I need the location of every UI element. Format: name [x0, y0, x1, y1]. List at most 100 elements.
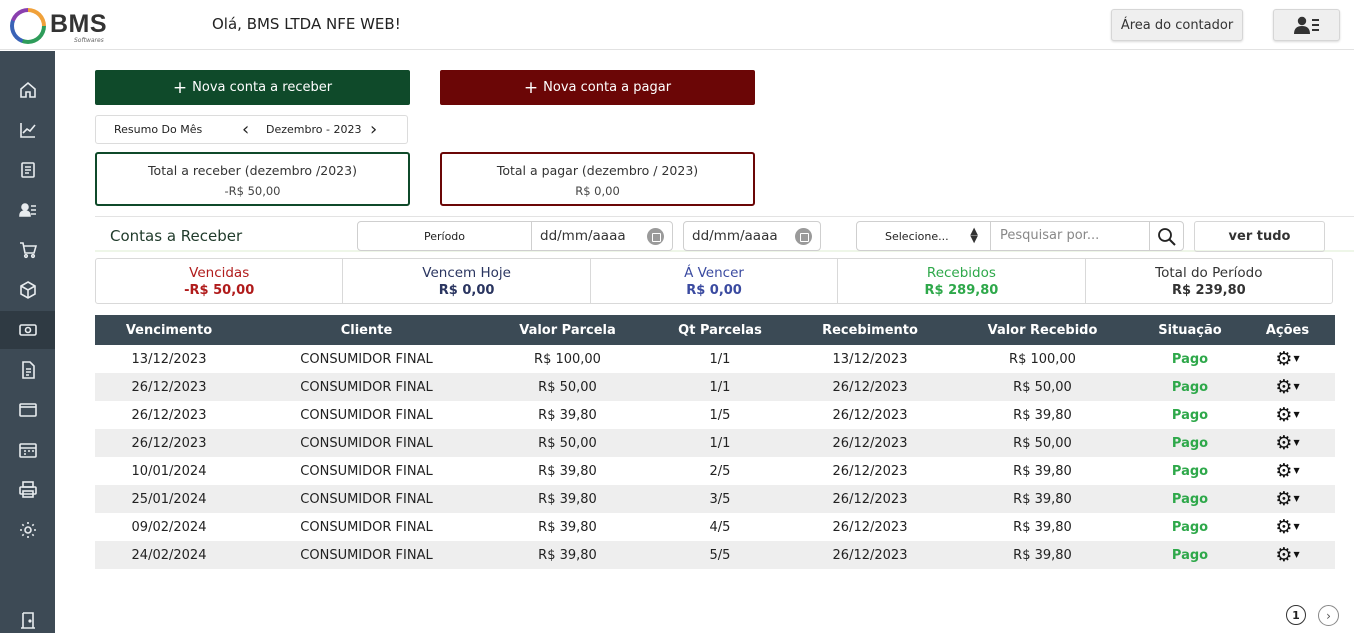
status-badge: Pago: [1171, 463, 1209, 479]
table-cell: 26/12/2023: [832, 379, 908, 395]
status-badge: Pago: [1171, 351, 1209, 367]
actions-dropdown-button[interactable]: ⚙ ▼: [1275, 347, 1299, 370]
date-from-input[interactable]: dd/mm/aaaa: [531, 221, 673, 251]
sidebar-item-window[interactable]: [0, 391, 55, 429]
sidebar-item-documents[interactable]: [0, 151, 55, 189]
user-menu-button[interactable]: [1273, 9, 1340, 41]
table-cell: 26/12/2023: [832, 435, 908, 451]
filter-select-value: Selecione...: [885, 230, 949, 243]
table-cell: 10/01/2024: [131, 463, 207, 479]
window-icon: [18, 403, 37, 417]
summary-vencidas: Vencidas -R$ 50,00: [96, 259, 344, 303]
table-cell: R$ 39,80: [538, 491, 597, 507]
sidebar-item-clients[interactable]: [0, 191, 55, 229]
sidebar-item-reports[interactable]: [0, 111, 55, 149]
section-title: Contas a Receber: [110, 227, 243, 245]
user-list-icon: [1293, 16, 1319, 34]
actions-dropdown-button[interactable]: ⚙ ▼: [1275, 405, 1299, 424]
table-header: Vencimento Cliente Valor Parcela Qt Parc…: [95, 315, 1335, 345]
sidebar-item-calendar[interactable]: [0, 431, 55, 469]
column-header: Vencimento: [125, 322, 213, 338]
sidebar-item-home[interactable]: [0, 71, 55, 109]
periodo-label-box: Período: [357, 221, 532, 251]
table-cell: 26/12/2023: [832, 491, 908, 507]
table-cell: R$ 100,00: [534, 351, 601, 367]
summary-value: -R$ 50,00: [184, 283, 255, 298]
actions-dropdown-button[interactable]: ⚙ ▼: [1275, 489, 1300, 508]
filter-select[interactable]: Selecione... ▲ ▼: [856, 221, 991, 251]
ver-tudo-button[interactable]: ver tudo: [1194, 221, 1325, 252]
sidebar-item-sales[interactable]: [0, 231, 55, 269]
search-icon[interactable]: [1157, 227, 1177, 247]
table-cell: 26/12/2023: [832, 407, 908, 423]
table-cell: R$ 39,80: [1013, 463, 1072, 479]
nova-conta-pagar-button[interactable]: + Nova conta a pagar: [440, 70, 755, 105]
column-header: Qt Parcelas: [678, 322, 762, 338]
table-cell: R$ 50,00: [1013, 379, 1072, 395]
table-cell: 1/1: [709, 379, 731, 395]
month-navigator: Resumo Do Mês ‹ Dezembro - 2023 ›: [95, 115, 408, 144]
user-list-icon: [18, 203, 36, 217]
bms-logo: BMS Softwares: [10, 6, 120, 46]
table-cell: 26/12/2023: [131, 379, 207, 395]
nova-conta-receber-button[interactable]: + Nova conta a receber: [95, 70, 410, 105]
date-to-value: dd/mm/aaaa: [692, 228, 778, 244]
total-receber-card: Total a receber (dezembro /2023) -R$ 50,…: [95, 152, 410, 206]
invoice-icon: [21, 361, 35, 379]
actions-dropdown-button[interactable]: ⚙ ▼: [1275, 545, 1300, 564]
summary-value: R$ 239,80: [1171, 283, 1246, 298]
cart-icon: [19, 242, 37, 259]
table-cell: 13/12/2023: [131, 351, 207, 367]
status-badge: Pago: [1171, 547, 1209, 563]
table-cell: R$ 50,00: [538, 435, 597, 451]
actions-cell: ⚙ ▼: [1240, 517, 1335, 537]
sidebar-item-logout[interactable]: [0, 601, 55, 639]
sidebar-item-settings[interactable]: [0, 511, 55, 549]
chevron-left-icon[interactable]: ‹: [242, 119, 249, 140]
table-cell: 26/12/2023: [131, 407, 207, 423]
current-month: Dezembro - 2023: [266, 123, 362, 136]
sidebar-item-invoices[interactable]: [0, 351, 55, 389]
nova-conta-pagar-label: Nova conta a pagar: [543, 80, 672, 95]
date-to-input[interactable]: dd/mm/aaaa: [683, 221, 821, 251]
calendar-icon[interactable]: [647, 228, 664, 245]
actions-dropdown-button[interactable]: ⚙ ▼: [1275, 517, 1300, 536]
table-cell: R$ 39,80: [538, 407, 597, 423]
calendar-icon[interactable]: [795, 228, 812, 245]
caret-down-icon: ▼: [1293, 494, 1300, 503]
sidebar-item-print[interactable]: [0, 471, 55, 509]
actions-cell: ⚙ ▼: [1240, 489, 1335, 509]
divider: [1149, 222, 1150, 250]
actions-cell: ⚙ ▼: [1240, 461, 1335, 481]
actions-dropdown-button[interactable]: ⚙ ▼: [1275, 433, 1300, 452]
caret-down-icon: ▼: [1293, 438, 1300, 447]
caret-down-icon: ▼: [1293, 466, 1300, 475]
caret-down-icon: ▼: [1293, 550, 1300, 559]
status-badge: Pago: [1171, 519, 1209, 535]
total-pagar-title: Total a pagar (dezembro / 2023): [496, 163, 699, 178]
table-cell: 4/5: [709, 519, 731, 535]
table-cell: CONSUMIDOR FINAL: [300, 407, 433, 423]
table-cell: CONSUMIDOR FINAL: [300, 435, 433, 451]
actions-dropdown-button[interactable]: ⚙ ▼: [1275, 377, 1299, 396]
page-1-button[interactable]: 1: [1286, 605, 1306, 625]
table-cell: 1/1: [709, 435, 731, 451]
table-cell: 26/12/2023: [131, 435, 207, 451]
total-pagar-card: Total a pagar (dezembro / 2023) R$ 0,00: [440, 152, 755, 206]
actions-dropdown-button[interactable]: ⚙ ▼: [1275, 461, 1300, 480]
sidebar-item-finance[interactable]: [0, 311, 55, 349]
search-placeholder: Pesquisar por...: [1000, 228, 1100, 243]
table-cell: R$ 39,80: [1013, 519, 1072, 535]
money-icon: [18, 324, 37, 336]
table-row: 25/01/2024 CONSUMIDOR FINAL R$ 39,80 3/5 26/…: [95, 485, 1335, 513]
chevron-right-icon[interactable]: ›: [1318, 605, 1339, 626]
gear-icon: ⚙: [1275, 347, 1293, 370]
sidebar-item-products[interactable]: [0, 271, 55, 309]
column-header: Situação: [1158, 322, 1222, 338]
chevron-right-icon[interactable]: ›: [370, 119, 377, 140]
search-input[interactable]: Pesquisar por...: [990, 221, 1184, 251]
area-contador-button[interactable]: Área do contador: [1111, 9, 1243, 41]
caret-down-icon: ▼: [1293, 522, 1300, 531]
column-header: Cliente: [340, 322, 393, 338]
table-cell: 09/02/2024: [131, 519, 207, 535]
